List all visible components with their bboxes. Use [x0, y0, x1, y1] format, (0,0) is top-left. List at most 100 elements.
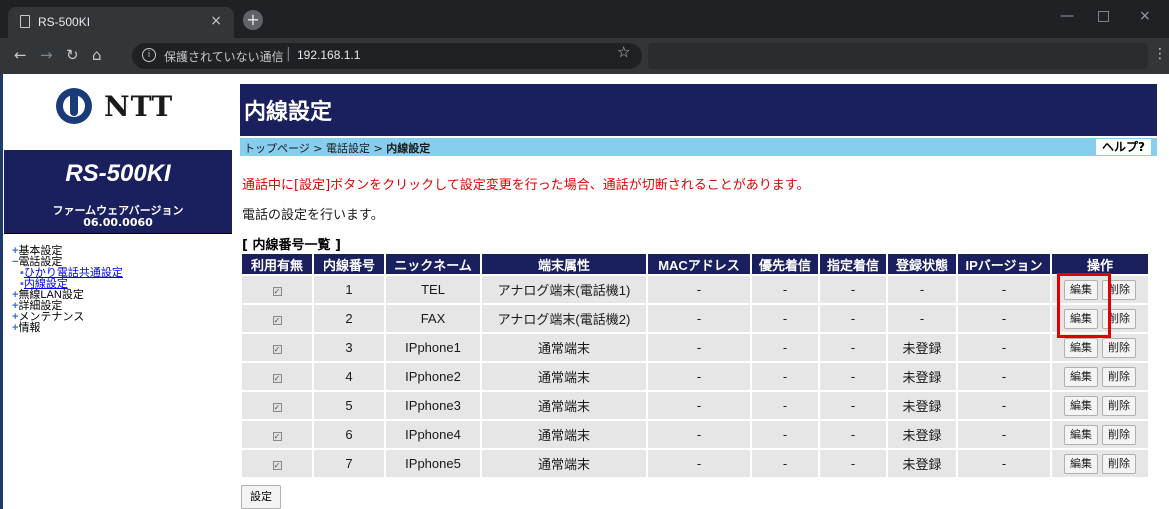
- sidebar-item-info[interactable]: +情報: [12, 323, 123, 334]
- logo-text: NTT: [104, 90, 174, 123]
- table-header-row: 利用有無 内線番号 ニックネーム 端末属性 MACアドレス 優先着信 指定着信 …: [242, 254, 1148, 274]
- cell-terminal: アナログ端末(電話機2): [482, 305, 646, 332]
- enabled-checkbox[interactable]: ✓: [272, 316, 282, 325]
- edit-button[interactable]: 編集: [1064, 424, 1098, 445]
- enabled-checkbox[interactable]: ✓: [272, 461, 282, 470]
- cell-ipversion: -: [958, 305, 1050, 332]
- web-page: NTT RS-500KI ファームウェアバージョン 06.00.0060 +基本…: [0, 74, 1169, 509]
- cell-priority: -: [752, 450, 818, 477]
- cell-specified: -: [820, 450, 886, 477]
- cell-number: 2: [314, 305, 384, 332]
- delete-button[interactable]: 削除: [1102, 424, 1136, 445]
- delete-button[interactable]: 削除: [1102, 337, 1136, 358]
- cell-enabled: ✓: [242, 363, 312, 390]
- page-header: 内線設定: [240, 84, 1157, 136]
- breadcrumb-top[interactable]: トップページ: [244, 142, 310, 155]
- tab-close-icon[interactable]: ×: [210, 13, 222, 29]
- col-actions: 操作: [1052, 254, 1148, 274]
- forward-icon[interactable]: →: [40, 46, 53, 64]
- cell-mac: -: [648, 334, 750, 361]
- delete-button[interactable]: 削除: [1102, 395, 1136, 416]
- breadcrumb: トップページ > 電話設定 > 内線設定 ヘルプ?: [240, 138, 1157, 156]
- address-bar[interactable]: i 保護されていない通信 | 192.168.1.1: [132, 43, 642, 69]
- cell-enabled: ✓: [242, 450, 312, 477]
- info-icon[interactable]: i: [142, 48, 156, 62]
- table-row: ✓ 7 IPphone5 通常端末 - - - 未登録 - 編集 削除: [242, 450, 1148, 477]
- cell-priority: -: [752, 305, 818, 332]
- page-left-border: [0, 74, 3, 509]
- home-icon[interactable]: ⌂: [92, 46, 102, 64]
- cell-specified: -: [820, 305, 886, 332]
- ntt-logo: NTT: [56, 88, 226, 124]
- warning-message: 通話中に[設定]ボタンをクリックして設定変更を行った場合、通話が切断されることが…: [242, 178, 810, 193]
- delete-button[interactable]: 削除: [1102, 453, 1136, 474]
- cell-status: 未登録: [888, 392, 956, 419]
- cell-ipversion: -: [958, 334, 1050, 361]
- browser-tab[interactable]: RS-500KI ×: [8, 7, 234, 38]
- cell-priority: -: [752, 276, 818, 303]
- cell-nickname: FAX: [386, 305, 480, 332]
- cell-ipversion: -: [958, 450, 1050, 477]
- breadcrumb-phone[interactable]: 電話設定: [326, 142, 370, 155]
- edit-button[interactable]: 編集: [1064, 395, 1098, 416]
- cell-mac: -: [648, 450, 750, 477]
- table-row: ✓ 2 FAX アナログ端末(電話機2) - - - - - 編集 削除: [242, 305, 1148, 332]
- back-icon[interactable]: ←: [14, 46, 27, 64]
- breadcrumb-current: 内線設定: [386, 142, 431, 155]
- set-button[interactable]: 設定: [241, 485, 281, 509]
- cell-number: 4: [314, 363, 384, 390]
- reload-icon[interactable]: ↻: [66, 46, 79, 64]
- cell-mac: -: [648, 276, 750, 303]
- edit-buttons-highlight: [1057, 273, 1111, 338]
- window-close-icon[interactable]: ×: [1139, 8, 1151, 24]
- browser-menu-icon[interactable]: ⋮: [1153, 46, 1167, 62]
- cell-terminal: 通常端末: [482, 363, 646, 390]
- help-link[interactable]: ヘルプ?: [1096, 139, 1151, 155]
- cell-nickname: IPphone3: [386, 392, 480, 419]
- extension-table: 利用有無 内線番号 ニックネーム 端末属性 MACアドレス 優先着信 指定着信 …: [240, 252, 1150, 479]
- cell-nickname: IPphone4: [386, 421, 480, 448]
- cell-status: -: [888, 305, 956, 332]
- page-title: 内線設定: [244, 100, 333, 125]
- cell-enabled: ✓: [242, 392, 312, 419]
- cell-ipversion: -: [958, 276, 1050, 303]
- minimize-icon[interactable]: —: [1060, 8, 1074, 24]
- list-title: [ 内線番号一覧 ]: [242, 238, 341, 253]
- cell-number: 7: [314, 450, 384, 477]
- model-name: RS-500KI: [65, 160, 171, 187]
- cell-enabled: ✓: [242, 334, 312, 361]
- col-mac: MACアドレス: [648, 254, 750, 274]
- cell-actions: 編集 削除: [1052, 450, 1148, 477]
- edit-button[interactable]: 編集: [1064, 366, 1098, 387]
- cell-number: 6: [314, 421, 384, 448]
- enabled-checkbox[interactable]: ✓: [272, 345, 282, 354]
- cell-nickname: IPphone5: [386, 450, 480, 477]
- enabled-checkbox[interactable]: ✓: [272, 374, 282, 383]
- bookmark-star-icon[interactable]: ☆: [617, 43, 630, 61]
- cell-terminal: 通常端末: [482, 392, 646, 419]
- edit-button[interactable]: 編集: [1064, 453, 1098, 474]
- enabled-checkbox[interactable]: ✓: [272, 432, 282, 441]
- cell-specified: -: [820, 421, 886, 448]
- url-text[interactable]: 192.168.1.1: [297, 48, 360, 62]
- firmware-version: 06.00.0060: [83, 216, 153, 229]
- cell-status: 未登録: [888, 363, 956, 390]
- cell-terminal: 通常端末: [482, 450, 646, 477]
- cell-ipversion: -: [958, 363, 1050, 390]
- cell-terminal: 通常端末: [482, 421, 646, 448]
- enabled-checkbox[interactable]: ✓: [272, 287, 282, 296]
- breadcrumb-separator: >: [309, 142, 326, 155]
- edit-button[interactable]: 編集: [1064, 337, 1098, 358]
- col-specified: 指定着信: [820, 254, 886, 274]
- cell-status: 未登録: [888, 450, 956, 477]
- browser-titlebar: RS-500KI × + — □ ×: [0, 0, 1169, 38]
- delete-button[interactable]: 削除: [1102, 366, 1136, 387]
- cell-nickname: TEL: [386, 276, 480, 303]
- new-tab-button[interactable]: +: [243, 10, 263, 30]
- enabled-checkbox[interactable]: ✓: [272, 403, 282, 412]
- table-row: ✓ 1 TEL アナログ端末(電話機1) - - - - - 編集 削除: [242, 276, 1148, 303]
- cell-mac: -: [648, 392, 750, 419]
- tab-title: RS-500KI: [38, 15, 91, 29]
- maximize-icon[interactable]: □: [1097, 8, 1110, 24]
- cell-number: 1: [314, 276, 384, 303]
